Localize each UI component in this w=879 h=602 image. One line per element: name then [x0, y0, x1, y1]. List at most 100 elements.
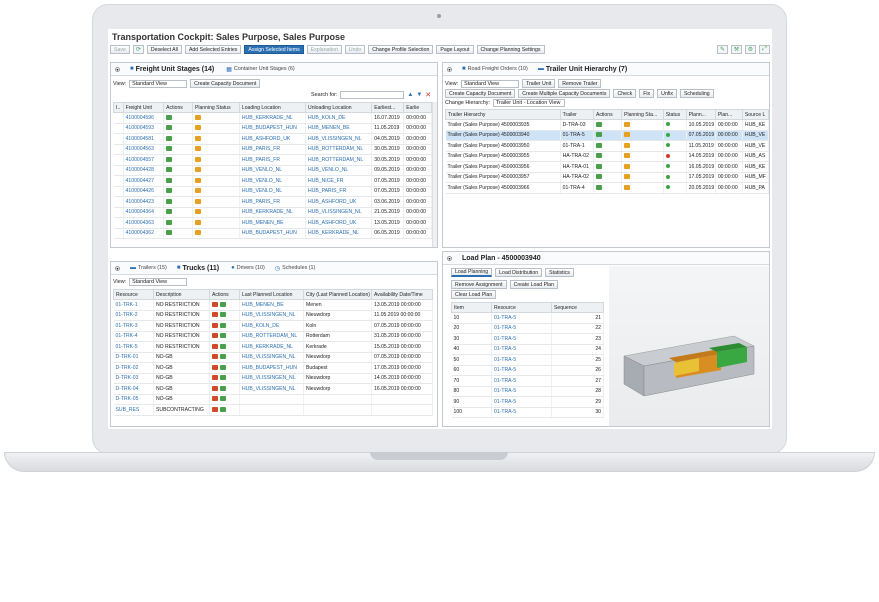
details-icon[interactable] — [220, 385, 226, 391]
hierarchy-cell[interactable]: Trailer (Sales Purpose) 4500003957 — [445, 172, 561, 183]
action-icon[interactable] — [595, 142, 602, 148]
tab-load-distribution[interactable]: Load Distribution — [495, 268, 543, 277]
action-icon[interactable] — [166, 146, 173, 152]
location-cell[interactable]: HUB_VLISSINGEN_NL — [305, 133, 373, 145]
table-row[interactable]: D-TRK-04 NO-GB HUB_VLISSINGEN_NL Nieuwdorp 1… — [113, 383, 433, 395]
action-icon[interactable] — [166, 219, 173, 225]
action-icon[interactable] — [166, 135, 173, 141]
location-cell[interactable]: HUB_VENLO_NL — [305, 165, 373, 176]
change-planning-button[interactable]: Change Planning Settings — [476, 45, 545, 54]
tab-freight-unit-stages[interactable]: ■ Freight Unit Stages (14) — [130, 66, 216, 73]
row-selector[interactable] — [113, 133, 124, 145]
hierarchy-cell[interactable]: Trailer (Sales Purpose) 4500003956 — [445, 161, 561, 173]
tab-road-freight-orders[interactable]: ■ Road Freight Orders (10) — [462, 66, 528, 72]
view-select[interactable]: Standard View — [461, 79, 520, 88]
details-icon[interactable] — [220, 322, 226, 328]
actions-cell[interactable] — [209, 320, 240, 332]
table-row[interactable]: 70 01-TRA-5 27 — [451, 375, 604, 387]
wrench-icon[interactable]: ✎ — [717, 45, 728, 54]
action-icon[interactable] — [595, 132, 602, 138]
table-row[interactable]: 4100004364 HUB_KERKRADE_NL HUB_VLISSINGEN_… — [113, 207, 432, 218]
row-selector[interactable] — [113, 123, 124, 134]
column-header[interactable]: Actions — [592, 109, 623, 120]
location-cell[interactable]: HUB_MENEN_BE — [239, 299, 304, 311]
column-header[interactable]: Freight Unit — [122, 102, 165, 113]
column-header[interactable]: Description — [153, 289, 210, 300]
resource-cell[interactable]: 01-TRA-5 — [491, 375, 552, 387]
row-selector[interactable] — [113, 165, 124, 176]
check-button[interactable]: Check — [613, 89, 637, 98]
details-icon[interactable] — [220, 375, 226, 381]
create-capacity-button[interactable]: Create Capacity Document — [190, 79, 261, 88]
location-cell[interactable]: HUB_KOLN_DE — [239, 320, 304, 332]
change-hierarchy-select[interactable]: Trailer Unit - Location View — [492, 99, 565, 107]
load-plan-3d-view[interactable] — [609, 266, 769, 426]
resource-cell[interactable]: 01-TRK-3 — [113, 320, 154, 332]
actions-cell[interactable] — [163, 165, 193, 176]
actions-cell[interactable] — [209, 352, 240, 363]
resource-cell[interactable]: 01-TRK-4 — [113, 331, 154, 342]
tab-trailers[interactable]: ▬ Trailers (15) — [130, 265, 167, 271]
tab-statistics[interactable]: Statistics — [545, 268, 574, 277]
column-header[interactable]: City (Last Planned Location) — [303, 289, 372, 300]
clear-load-plan-button[interactable]: Clear Load Plan — [451, 290, 497, 299]
freight-unit-cell[interactable]: 4100004581 — [123, 133, 165, 145]
tab-trucks[interactable]: ■ Trucks (11) — [177, 265, 221, 272]
column-header[interactable]: Item — [451, 302, 492, 313]
location-cell[interactable]: HUB_ASHFORD_UK — [239, 133, 307, 145]
column-header[interactable]: Earlie — [403, 102, 432, 113]
table-row[interactable]: Trailer (Sales Purpose) 4500003955 HA-TRA… — [445, 151, 769, 162]
table-row[interactable]: 01-TRK-3 NO RESTRICTION HUB_KOLN_DE Koln 07.… — [113, 320, 433, 332]
resource-cell[interactable]: 01-TRA-5 — [491, 323, 552, 334]
actions-cell[interactable] — [209, 362, 240, 374]
table-row[interactable]: 80 01-TRA-5 28 — [451, 386, 604, 397]
location-cell[interactable]: HUB_ASHFORD_UK — [305, 217, 373, 229]
column-header[interactable]: Source L — [741, 109, 769, 120]
location-cell[interactable]: HUB_ROTTERDAM_NL — [239, 331, 304, 342]
location-cell[interactable]: HUB_KERKRADE_NL — [239, 112, 307, 124]
freight-unit-cell[interactable]: 4100004596 — [123, 112, 165, 124]
unfix-button[interactable]: Unfix — [657, 89, 677, 98]
table-row[interactable]: 01-TRK-4 NO RESTRICTION HUB_ROTTERDAM_NL Ro… — [113, 331, 433, 342]
resource-cell[interactable]: 01-TRA-5 — [491, 386, 552, 397]
location-cell[interactable]: HUB_ASHFORD_UK — [305, 196, 373, 208]
location-cell[interactable]: HUB_VLISSINGEN_NL — [305, 207, 373, 218]
page-layout-button[interactable]: Page Layout — [436, 45, 474, 54]
add-selected-button[interactable]: Add Selected Entries — [184, 45, 242, 54]
actions-cell[interactable] — [593, 119, 623, 131]
action-icon[interactable] — [595, 174, 602, 180]
assign-selected-button[interactable]: Assign Selected Items — [244, 45, 304, 54]
table-row[interactable]: 40 01-TRA-5 24 — [451, 344, 604, 355]
assign-icon[interactable] — [212, 301, 218, 307]
column-header[interactable]: Trailer — [559, 109, 594, 120]
table-row[interactable]: 30 01-TRA-5 23 — [451, 333, 604, 345]
column-header[interactable]: Resource — [491, 302, 552, 313]
close-icon[interactable]: ✕ — [425, 91, 431, 99]
column-header[interactable]: Loading Location — [238, 102, 307, 113]
tab-schedules[interactable]: ◷ Schedules (1) — [275, 265, 316, 272]
table-row[interactable]: 4100004423 HUB_PARIS_FR HUB_ASHFORD_UK 03.0… — [113, 196, 432, 208]
table-row[interactable]: D-TRK-05 NO-GB — [113, 394, 433, 405]
location-cell[interactable]: HUB_ROTTERDAM_NL — [305, 144, 373, 155]
actions-cell[interactable] — [163, 186, 193, 197]
resource-cell[interactable]: 01-TRK-1 — [113, 299, 154, 311]
location-cell[interactable]: HUB_VLISSINGEN_NL — [239, 383, 304, 395]
table-row[interactable]: D-TRK-03 NO-GB HUB_VLISSINGEN_NL Nieuwdorp 1… — [113, 373, 433, 384]
location-cell[interactable] — [239, 404, 304, 416]
column-header[interactable]: Sequence — [551, 302, 604, 313]
actions-cell[interactable] — [209, 383, 240, 395]
row-selector[interactable] — [113, 144, 124, 155]
table-row[interactable]: D-TRK-01 NO-GB HUB_VLISSINGEN_NL Nieuwdorp 0… — [113, 352, 433, 363]
table-row[interactable]: D-TRK-02 NO-GB HUB_BUDAPEST_HUN Budapest 17.… — [113, 362, 433, 374]
resource-cell[interactable]: 01-TRA-5 — [491, 333, 552, 345]
action-icon[interactable] — [166, 230, 173, 236]
column-header[interactable]: Unloading Location — [305, 102, 373, 113]
create-load-plan-button[interactable]: Create Load Plan — [509, 280, 558, 289]
location-cell[interactable]: HUB_PARIS_FR — [239, 144, 307, 155]
location-cell[interactable]: HUB_BUDAPEST_HUN — [239, 362, 304, 374]
column-header[interactable]: Earliest... — [371, 102, 405, 113]
hierarchy-cell[interactable]: Trailer (Sales Purpose) 4500003940 — [445, 130, 561, 141]
remove-trailer-button[interactable]: Remove Trailer — [558, 79, 602, 88]
location-cell[interactable]: HUB_VLISSINGEN_NL — [239, 352, 304, 363]
resource-cell[interactable]: D-TRK-03 — [113, 373, 154, 384]
